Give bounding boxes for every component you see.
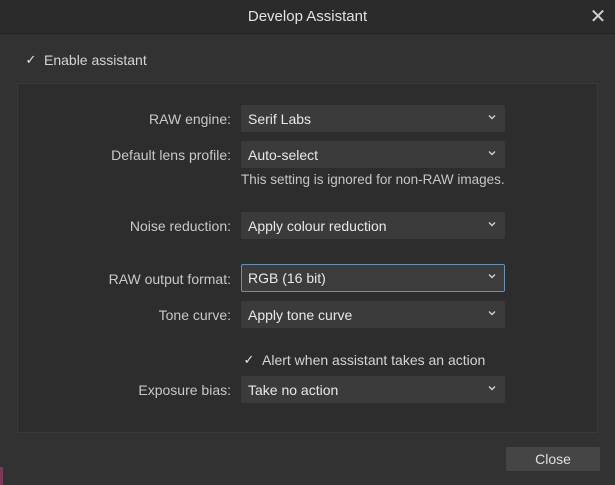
tone-curve-value: Apply tone curve [248,306,353,323]
enable-assistant-checkbox[interactable]: ✓ Enable assistant [24,52,147,68]
window-edge-accent [0,467,3,485]
chevron-down-icon [488,222,496,227]
enable-assistant-label: Enable assistant [44,52,147,68]
raw-output-format-dropdown[interactable]: RGB (16 bit) [241,264,505,292]
exposure-bias-label: Exposure bias: [138,382,231,398]
lens-profile-note: This setting is ignored for non-RAW imag… [241,172,505,187]
lens-profile-value: Auto-select [248,146,319,163]
develop-assistant-dialog: Develop Assistant ✕ ✓ Enable assistant R… [0,0,615,485]
close-button[interactable]: Close [506,447,600,471]
chevron-down-icon [488,274,496,279]
noise-reduction-value: Apply colour reduction [248,217,387,234]
chevron-down-icon [488,151,496,156]
chevron-down-icon [488,386,496,391]
dialog-title: Develop Assistant [247,8,368,25]
checkmark-icon: ✓ [25,52,37,67]
chevron-down-icon [488,115,496,120]
chevron-down-icon [488,311,496,316]
exposure-bias-value: Take no action [248,381,339,398]
exposure-bias-dropdown[interactable]: Take no action [241,376,505,403]
tone-curve-label: Tone curve: [158,307,231,323]
alert-label: Alert when assistant takes an action [262,352,486,368]
title-bar: Develop Assistant ✕ [0,0,615,34]
alert-checkbox[interactable]: ✓ Alert when assistant takes an action [242,352,486,368]
raw-engine-label: RAW engine: [149,111,231,127]
lens-profile-dropdown[interactable]: Auto-select [241,141,505,168]
raw-output-format-label: RAW output format: [108,271,231,287]
checkmark-icon: ✓ [243,352,255,367]
noise-reduction-label: Noise reduction: [129,218,231,234]
raw-output-format-value: RGB (16 bit) [248,270,326,286]
noise-reduction-dropdown[interactable]: Apply colour reduction [241,212,505,239]
tone-curve-dropdown[interactable]: Apply tone curve [241,301,505,328]
lens-profile-label: Default lens profile: [111,147,231,163]
raw-engine-value: Serif Labs [248,110,312,127]
raw-engine-dropdown[interactable]: Serif Labs [241,105,505,132]
close-icon[interactable]: ✕ [585,2,611,30]
